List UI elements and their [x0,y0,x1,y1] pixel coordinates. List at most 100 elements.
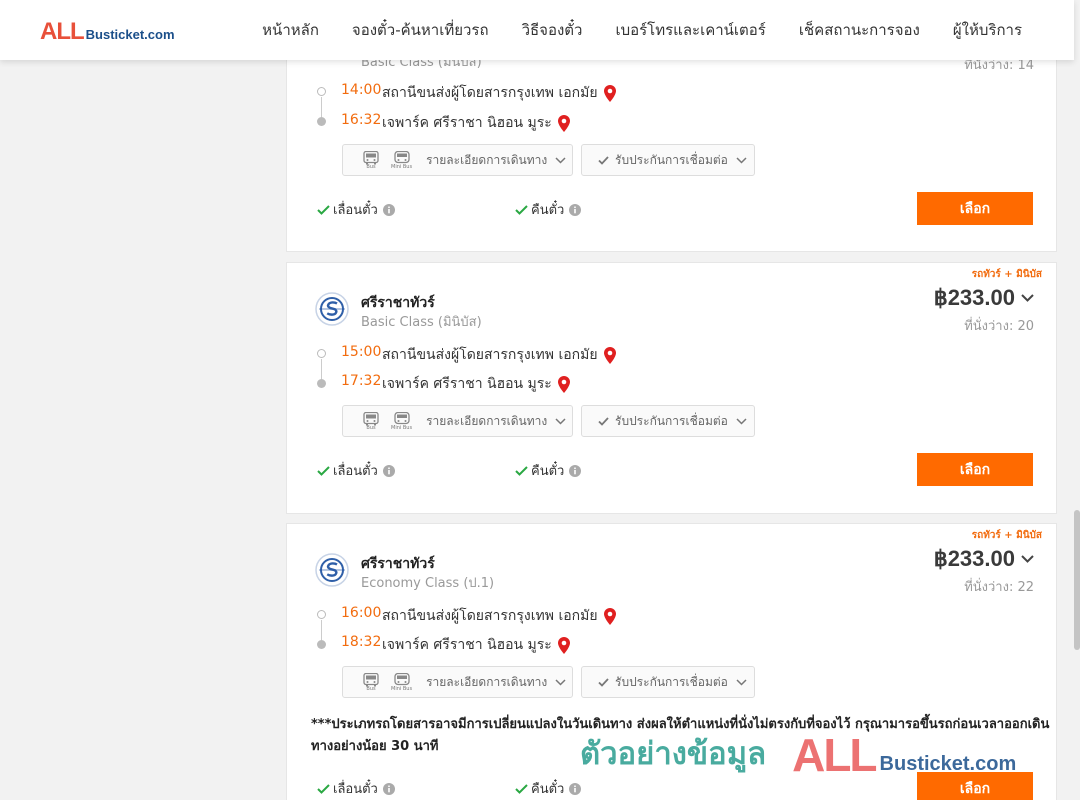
arrive-station-name: เจพาร์ค ศรีราชา นิฮอน มูระ [382,115,552,131]
info-icon[interactable] [382,203,395,216]
depart-station-name: สถานีขนส่งผู้โดยสารกรุงเทพ เอกมัย [382,608,598,624]
nav-book-search[interactable]: จองตั๋ว-ค้นหาเที่ยวรถ [352,18,489,42]
depart-dot [317,87,326,96]
check-icon [317,783,330,794]
depart-station[interactable]: สถานีขนส่งผู้โดยสารกรุงเทพ เอกมัย [382,344,616,366]
bus-class: Economy Class (ป.1) [361,576,495,591]
minibus-icon [393,411,410,424]
operator-logo-icon [315,292,349,326]
chevron-down-icon [555,156,566,164]
minibus-caption: Mini Bus [391,685,413,692]
connection-insurance-dropdown[interactable]: รับประกันการเชื่อมต่อ [581,405,755,437]
price-toggle[interactable]: ฿233.00 [934,285,1034,311]
timeline-line [321,620,322,640]
logo-busticket-text: Busticket.com [85,27,175,42]
connection-insurance-label: รับประกันการเชื่อมต่อ [615,674,728,689]
refund-policy: คืนตั๋ว [515,199,582,220]
trip-card-2: รถทัวร์ + มินิบัส ศรีราชาทัวร์ Basic Cla… [286,262,1057,514]
arrive-station[interactable]: เจพาร์ค ศรีราชา นิฮอน มูระ [382,112,570,134]
check-icon [515,204,528,215]
info-icon[interactable] [569,782,582,795]
chevron-down-icon [555,417,566,425]
check-icon [598,416,609,426]
arrive-dot [317,379,326,388]
trip-details-dropdown[interactable]: Bus Mini Bus รายละเอียดการเดินทาง [342,144,573,176]
timeline-line [321,97,322,117]
nav-operators[interactable]: ผู้ให้บริการ [953,18,1022,42]
reschedule-label: เลื่อนตั๋ว [333,464,378,479]
seats-available: ที่นั่งว่าง: 20 [964,319,1034,334]
connection-insurance-dropdown[interactable]: รับประกันการเชื่อมต่อ [581,144,755,176]
chevron-down-icon [555,678,566,686]
refund-policy: คืนตั๋ว [515,460,582,481]
select-trip-button[interactable]: เลือก [917,192,1033,225]
bus-caption: Bus [366,424,376,431]
price-toggle[interactable]: ฿233.00 [934,546,1034,572]
map-pin-icon[interactable] [557,114,570,132]
depart-station-name: สถานีขนส่งผู้โดยสารกรุงเทพ เอกมัย [382,85,598,101]
select-trip-button[interactable]: เลือก [917,453,1033,486]
connection-insurance-label: รับประกันการเชื่อมต่อ [615,152,728,167]
timeline-line [321,359,322,379]
bus-icon [363,411,379,425]
info-icon[interactable] [382,464,395,477]
arrive-dot [317,117,326,126]
watermark-thai-text: ตัวอย่างข้อมูล [580,736,767,772]
reschedule-label: เลื่อนตั๋ว [333,203,378,218]
chevron-down-icon [1021,555,1034,563]
bus-caption: Bus [366,685,376,692]
operator-logo-icon [315,553,349,587]
depart-station[interactable]: สถานีขนส่งผู้โดยสารกรุงเทพ เอกมัย [382,605,616,627]
arrive-time: 18:32 [341,634,382,650]
scrollbar-thumb[interactable] [1074,510,1080,650]
chevron-down-icon [1021,294,1034,302]
minibus-icon [393,150,410,163]
trip-details-label: รายละเอียดการเดินทาง [426,413,548,428]
chevron-down-icon [736,417,747,425]
arrive-station-name: เจพาร์ค ศรีราชา นิฮอน มูระ [382,637,552,653]
depart-station-name: สถานีขนส่งผู้โดยสารกรุงเทพ เอกมัย [382,347,598,363]
info-icon[interactable] [382,782,395,795]
bus-caption: Bus [366,163,376,170]
depart-time: 14:00 [341,82,382,98]
check-icon [598,155,609,165]
chevron-down-icon [736,678,747,686]
bus-class: Basic Class (มินิบัส) [361,315,482,330]
connection-insurance-dropdown[interactable]: รับประกันการเชื่อมต่อ [581,666,755,698]
arrive-station[interactable]: เจพาร์ค ศรีราชา นิฮอน มูระ [382,634,570,656]
watermark-busticket-text: Busticket.com [879,753,1017,775]
depart-dot [317,349,326,358]
check-icon [598,677,609,687]
seats-available: ที่นั่งว่าง: 22 [964,580,1034,595]
page-scrollbar[interactable] [1074,0,1080,800]
trip-details-dropdown[interactable]: Bus Mini Bus รายละเอียดการเดินทาง [342,666,573,698]
vehicle-type-tag: รถทัวร์ + มินิบัส [971,530,1042,541]
bus-icon [363,150,379,164]
info-icon[interactable] [569,464,582,477]
arrive-station[interactable]: เจพาร์ค ศรีราชา นิฮอน มูระ [382,373,570,395]
map-pin-icon[interactable] [603,346,616,364]
main-nav: หน้าหลัก จองตั๋ว-ค้นหาเที่ยวรถ วิธีจองตั… [229,0,1022,60]
map-pin-icon[interactable] [603,607,616,625]
check-icon [515,465,528,476]
reschedule-label: เลื่อนตั๋ว [333,782,378,797]
site-logo[interactable]: ALL Busticket.com [40,18,175,46]
nav-how-to-book[interactable]: วิธีจองตั๋ว [522,18,583,42]
ticket-price: ฿233.00 [933,285,1015,310]
trip-details-label: รายละเอียดการเดินทาง [426,674,548,689]
arrive-time: 16:32 [341,112,382,128]
nav-check-booking[interactable]: เช็คสถานะการจอง [799,18,920,42]
trip-details-dropdown[interactable]: Bus Mini Bus รายละเอียดการเดินทาง [342,405,573,437]
reschedule-policy: เลื่อนตั๋ว [317,199,395,220]
map-pin-icon[interactable] [557,375,570,393]
ticket-price: ฿233.00 [933,546,1015,571]
depart-station[interactable]: สถานีขนส่งผู้โดยสารกรุงเทพ เอกมัย [382,82,616,104]
chevron-down-icon [736,156,747,164]
map-pin-icon[interactable] [603,84,616,102]
map-pin-icon[interactable] [557,636,570,654]
info-icon[interactable] [569,203,582,216]
sample-data-watermark: ตัวอย่างข้อมูล ALL Busticket.com [580,728,1016,778]
trip-details-label: รายละเอียดการเดินทาง [426,152,548,167]
nav-home[interactable]: หน้าหลัก [262,18,319,42]
nav-contact-counters[interactable]: เบอร์โทรและเคาน์เตอร์ [615,18,765,42]
